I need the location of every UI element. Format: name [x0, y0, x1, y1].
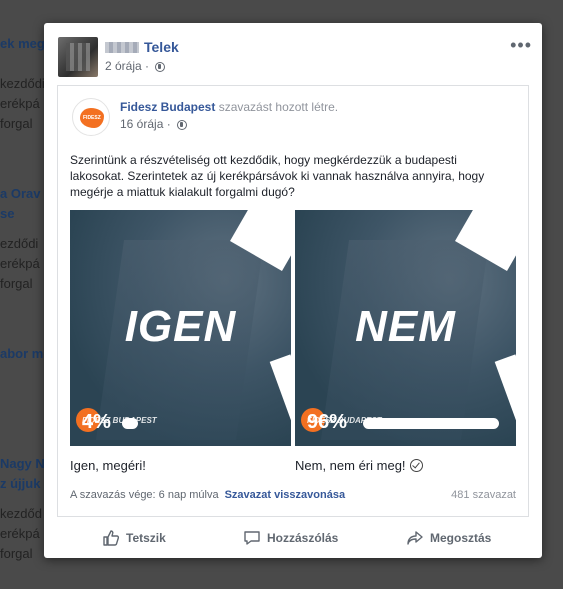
share-button[interactable]: Megosztás: [406, 529, 491, 547]
page-post-meta: 16 órája ·: [120, 117, 188, 131]
background-feed-text: forgal: [0, 546, 33, 561]
poll-result-bar: [122, 418, 138, 429]
poll-footer: A szavazás vége: 6 nap múlva Szavazat vis…: [70, 489, 345, 501]
globe-icon: [177, 120, 188, 130]
thumbs-up-icon: [103, 530, 120, 546]
poll-end: A szavazás vége: 6 nap múlva: [70, 489, 219, 501]
undo-vote-link[interactable]: Szavazat visszavonása: [225, 489, 345, 501]
background-feed-text: Nagy N: [0, 456, 45, 471]
poll-result-bar: [363, 418, 499, 429]
globe-icon: [155, 62, 166, 72]
background-feed-text: abor me: [0, 346, 51, 361]
poll-percent: 96%: [307, 411, 348, 433]
page-name[interactable]: Fidesz Budapest: [120, 100, 215, 114]
poll-option-label-yes[interactable]: Igen, megéri!: [70, 458, 146, 473]
comment-icon: [244, 531, 260, 545]
background-feed-text: ek meg: [0, 36, 45, 51]
background-feed-text: erékpá: [0, 526, 40, 541]
vote-count[interactable]: 481 szavazat: [451, 489, 516, 501]
background-feed-text: erékpá: [0, 256, 40, 271]
poll-option-no[interactable]: NEM FIDESZ BUDAPEST 96%: [295, 210, 516, 446]
post-meta: 2 órája ·: [105, 59, 166, 73]
background-feed-text: forgal: [0, 116, 33, 131]
author-avatar[interactable]: [58, 37, 98, 77]
background-feed-text: kezdődi: [0, 76, 45, 91]
poll-option-yes[interactable]: IGEN FIDESZ BUDAPEST 4%: [70, 210, 291, 446]
post-time[interactable]: 2 órája: [105, 59, 142, 73]
blurred-first-name: [105, 42, 139, 53]
like-button[interactable]: Tetszik: [102, 529, 166, 547]
background-feed-text: kezdőd: [0, 506, 42, 521]
post-actions: Tetszik Hozzászólás Megosztás: [44, 523, 542, 553]
background-feed-text: a Orav: [0, 186, 41, 201]
page-logo[interactable]: FIDESZ: [72, 98, 110, 136]
background-feed-text: ezdődi: [0, 236, 39, 251]
poll-image-word: IGEN: [124, 302, 237, 351]
post-dialog: Telek 2 órája · ••• FIDESZ Fidesz Budape…: [44, 23, 542, 558]
more-options-icon[interactable]: •••: [510, 35, 532, 56]
share-icon: [407, 531, 423, 545]
background-feed-text: forgal: [0, 276, 33, 291]
background-feed-text: se: [0, 206, 15, 221]
author-name[interactable]: Telek: [105, 39, 179, 55]
post-text: Szerintünk a részvételiség ott kezdődik,…: [70, 153, 485, 199]
poll-image-word: NEM: [355, 302, 456, 351]
poll-percent: 4%: [82, 411, 111, 433]
page-header: Fidesz Budapest szavazást hozott létre.: [120, 100, 339, 114]
background-feed-text: erékpá: [0, 96, 40, 111]
check-circle-icon: [409, 459, 423, 472]
comment-button[interactable]: Hozzászólás: [243, 529, 338, 547]
poll-option-label-no[interactable]: Nem, nem éri meg!: [295, 458, 423, 473]
shared-poll-card: FIDESZ Fidesz Budapest szavazást hozott …: [57, 85, 529, 517]
background-feed-text: z újjuk: [0, 476, 41, 491]
